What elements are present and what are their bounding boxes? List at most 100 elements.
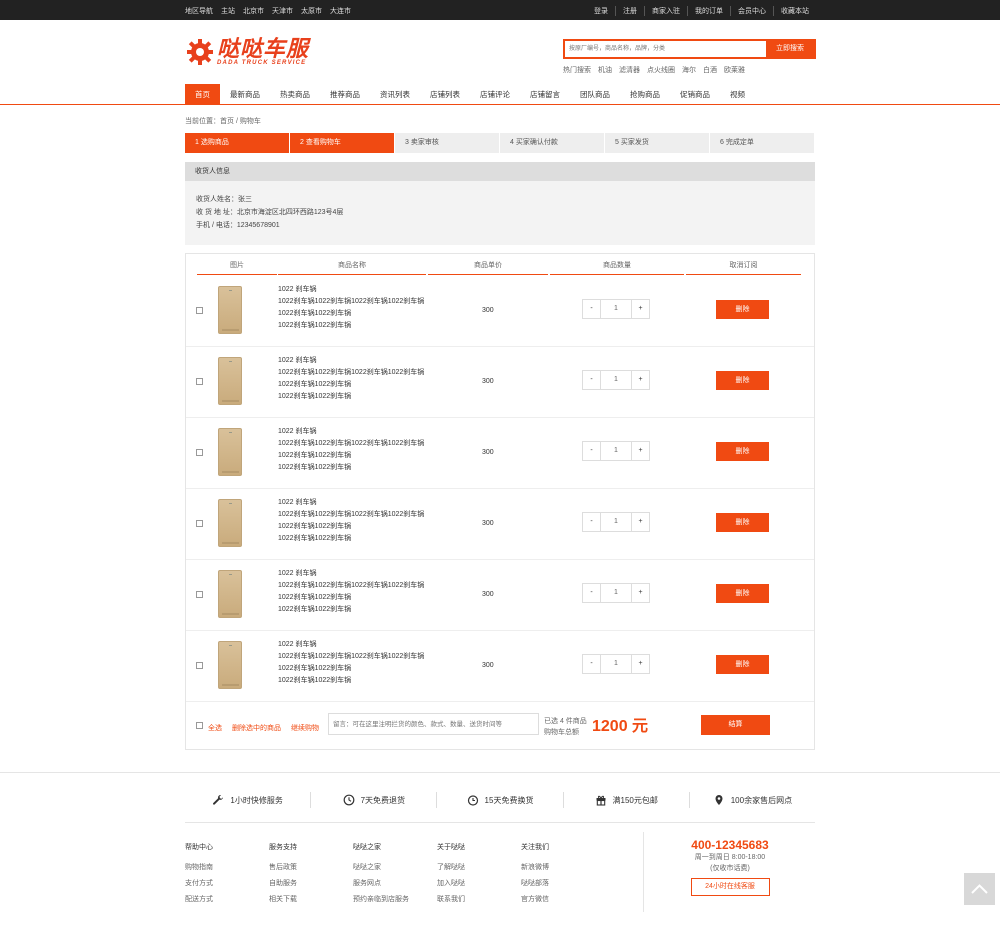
gift-icon bbox=[596, 795, 606, 806]
service-repair: 1小时快修服务 bbox=[185, 792, 312, 808]
member-center-link[interactable]: 会员中心 bbox=[730, 6, 773, 16]
delete-button[interactable]: 删除 bbox=[716, 300, 769, 319]
footer-link[interactable]: 哒哒之家 bbox=[353, 860, 409, 876]
footer-link[interactable]: 服务网点 bbox=[353, 876, 409, 892]
site-logo[interactable]: 哒哒车服 DADA TRUCK SERVICE bbox=[185, 37, 309, 67]
service-shipping: 满150元包邮 bbox=[564, 792, 690, 808]
nav-shop-messages[interactable]: 店铺留言 bbox=[520, 84, 570, 105]
register-link[interactable]: 注册 bbox=[615, 6, 644, 16]
decrease-button[interactable]: - bbox=[583, 513, 601, 531]
quantity-stepper: - 1 + bbox=[582, 299, 650, 319]
item-checkbox[interactable] bbox=[196, 662, 203, 669]
cart-footer: 全选 删除选中的商品 继续购物 已选 4 件商品 购物车总额 1200 元 结算 bbox=[186, 709, 814, 749]
footer-link[interactable]: 哒哒部落 bbox=[521, 876, 549, 892]
nav-shop-reviews[interactable]: 店铺评论 bbox=[470, 84, 520, 105]
nav-group[interactable]: 团队商品 bbox=[570, 84, 620, 105]
quantity-value[interactable]: 1 bbox=[601, 371, 631, 389]
hot-search-link[interactable]: 白酒 bbox=[703, 65, 717, 75]
delete-button[interactable]: 删除 bbox=[716, 442, 769, 461]
decrease-button[interactable]: - bbox=[583, 442, 601, 460]
hotline-hours: 周一到周日 8:00-18:00 bbox=[694, 854, 766, 861]
bookmark-link[interactable]: 收藏本站 bbox=[773, 6, 816, 16]
nav-promo[interactable]: 促销商品 bbox=[670, 84, 720, 105]
select-all-link[interactable]: 全选 bbox=[208, 723, 222, 733]
nav-home[interactable]: 首页 bbox=[185, 84, 220, 105]
col-name: 商品名称 bbox=[278, 259, 426, 275]
region-link-main[interactable]: 主站 bbox=[221, 6, 235, 16]
search-button[interactable]: 立即搜索 bbox=[766, 41, 814, 57]
footer-link[interactable]: 新浪微博 bbox=[521, 860, 549, 876]
increase-button[interactable]: + bbox=[631, 442, 649, 460]
footer-link[interactable]: 配送方式 bbox=[185, 892, 213, 908]
login-link[interactable]: 登录 bbox=[587, 6, 615, 16]
hot-search-link[interactable]: 海尔 bbox=[682, 65, 696, 75]
footer-link[interactable]: 了解哒哒 bbox=[437, 860, 465, 876]
nav-recommended[interactable]: 推荐商品 bbox=[320, 84, 370, 105]
quantity-value[interactable]: 1 bbox=[601, 655, 631, 673]
item-checkbox[interactable] bbox=[196, 307, 203, 314]
footer-link[interactable]: 售后政策 bbox=[269, 860, 297, 876]
footer-link[interactable]: 购物指南 bbox=[185, 860, 213, 876]
search-input[interactable] bbox=[565, 41, 765, 57]
item-checkbox[interactable] bbox=[196, 449, 203, 456]
footer-link[interactable]: 支付方式 bbox=[185, 876, 213, 892]
footer-link[interactable]: 预约亲临到店服务 bbox=[353, 892, 409, 908]
gear-logo-icon bbox=[187, 39, 213, 65]
footer-link[interactable]: 相关下载 bbox=[269, 892, 297, 908]
delete-selected-link[interactable]: 删除选中的商品 bbox=[232, 723, 281, 733]
increase-button[interactable]: + bbox=[631, 300, 649, 318]
region-link-dalian[interactable]: 大连市 bbox=[330, 6, 351, 16]
service-bar: 1小时快修服务 7天免费退货 15天免费换货 满150元包邮 100余家售后网点 bbox=[185, 786, 815, 816]
order-message-input[interactable] bbox=[328, 713, 539, 735]
nav-video[interactable]: 视频 bbox=[720, 84, 755, 105]
hot-search-link[interactable]: 点火线圈 bbox=[647, 65, 675, 75]
delete-button[interactable]: 删除 bbox=[716, 655, 769, 674]
increase-button[interactable]: + bbox=[631, 371, 649, 389]
hot-search-link[interactable]: 滤清器 bbox=[619, 65, 640, 75]
region-link-taiyuan[interactable]: 太原市 bbox=[301, 6, 322, 16]
back-to-top-button[interactable] bbox=[964, 873, 995, 905]
hot-search-link[interactable]: 欧莱雅 bbox=[724, 65, 745, 75]
nav-shops[interactable]: 店铺列表 bbox=[420, 84, 470, 105]
nav-latest[interactable]: 最新商品 bbox=[220, 84, 270, 105]
footer-col-title: 关注我们 bbox=[521, 844, 549, 851]
item-checkbox[interactable] bbox=[196, 378, 203, 385]
delete-button[interactable]: 删除 bbox=[716, 584, 769, 603]
decrease-button[interactable]: - bbox=[583, 655, 601, 673]
increase-button[interactable]: + bbox=[631, 584, 649, 602]
nav-hot[interactable]: 热卖商品 bbox=[270, 84, 320, 105]
decrease-button[interactable]: - bbox=[583, 371, 601, 389]
quantity-value[interactable]: 1 bbox=[601, 513, 631, 531]
decrease-button[interactable]: - bbox=[583, 584, 601, 602]
quantity-value[interactable]: 1 bbox=[601, 300, 631, 318]
item-checkbox[interactable] bbox=[196, 520, 203, 527]
footer-link[interactable]: 自助服务 bbox=[269, 876, 297, 892]
region-link-beijing[interactable]: 北京市 bbox=[243, 6, 264, 16]
nav-flash[interactable]: 抢购商品 bbox=[620, 84, 670, 105]
merchant-join-link[interactable]: 商家入驻 bbox=[644, 6, 687, 16]
item-checkbox[interactable] bbox=[196, 591, 203, 598]
col-image: 图片 bbox=[197, 259, 277, 275]
hot-search-link[interactable]: 机油 bbox=[598, 65, 612, 75]
delete-button[interactable]: 删除 bbox=[716, 371, 769, 390]
select-all-checkbox[interactable] bbox=[196, 722, 203, 729]
breadcrumb: 当前位置：首页 / 购物车 bbox=[185, 118, 261, 125]
checkout-button[interactable]: 结算 bbox=[701, 715, 770, 735]
decrease-button[interactable]: - bbox=[583, 300, 601, 318]
footer-link[interactable]: 官方微信 bbox=[521, 892, 549, 908]
online-service-button[interactable]: 24小时在线客服 bbox=[690, 878, 770, 896]
hotline-box: 400-12345683 周一到周日 8:00-18:00 (仅收市话费) 24… bbox=[680, 838, 780, 896]
delete-button[interactable]: 删除 bbox=[716, 513, 769, 532]
footer-link[interactable]: 加入哒哒 bbox=[437, 876, 465, 892]
product-image bbox=[218, 641, 242, 689]
quantity-value[interactable]: 1 bbox=[601, 584, 631, 602]
footer-link[interactable]: 联系我们 bbox=[437, 892, 465, 908]
region-link-tianjin[interactable]: 天津市 bbox=[272, 6, 293, 16]
my-orders-link[interactable]: 我的订单 bbox=[687, 6, 730, 16]
increase-button[interactable]: + bbox=[631, 655, 649, 673]
nav-news[interactable]: 资讯列表 bbox=[370, 84, 420, 105]
continue-shopping-link[interactable]: 继续购物 bbox=[291, 723, 319, 733]
increase-button[interactable]: + bbox=[631, 513, 649, 531]
hot-search-label: 热门搜索 bbox=[563, 67, 591, 74]
quantity-value[interactable]: 1 bbox=[601, 442, 631, 460]
